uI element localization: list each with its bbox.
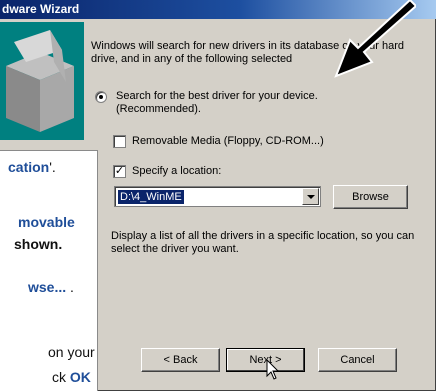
doc-line-6-term: OK [69,369,91,385]
chevron-down-icon[interactable] [302,188,319,205]
browse-button[interactable]: Browse [333,185,408,209]
removable-media-checkbox[interactable] [113,135,126,148]
search-best-driver-label: Search for the best driver for your devi… [116,90,318,102]
doc-line-3: shown. [14,236,62,253]
doc-line-2-term: movable [18,214,75,230]
doc-line-4-rest: . [66,279,74,295]
doc-line-4: wse... . [28,279,74,296]
doc-line-2: movable [18,214,75,231]
location-value[interactable]: D:\4_WinME [118,190,184,204]
cancel-button[interactable]: Cancel [318,348,397,372]
mouse-pointer-icon [266,359,280,380]
specify-location-checkbox[interactable]: ✓ [113,165,126,178]
document-overlay: cation'. movable shown. wse... . on your… [0,150,98,391]
doc-line-1: cation'. [8,159,56,176]
doc-line-5-text: on your [48,344,95,360]
specify-location-label: Specify a location: [132,165,222,177]
wizard-illustration-icon [6,30,74,132]
location-combobox[interactable]: D:\4_WinME [114,186,321,207]
doc-line-4-term: wse... [28,279,67,295]
search-best-driver-radio[interactable] [95,91,107,103]
wizard-artwork [0,22,84,140]
doc-line-5: on your [48,344,95,361]
pointer-arrow-icon [334,0,416,78]
doc-line-1-term: cation [8,159,50,175]
display-list-label: Display a list of all the drivers in a s… [111,230,415,255]
doc-line-3-text: shown. [14,236,63,252]
doc-line-6-rest: ck [52,369,70,385]
back-button[interactable]: < Back [141,348,220,372]
recommended-label: (Recommended). [116,103,201,115]
removable-media-label: Removable Media (Floppy, CD-ROM...) [132,135,324,147]
doc-line-6: ck OK [52,369,91,386]
doc-line-1-rest: '. [49,159,56,175]
